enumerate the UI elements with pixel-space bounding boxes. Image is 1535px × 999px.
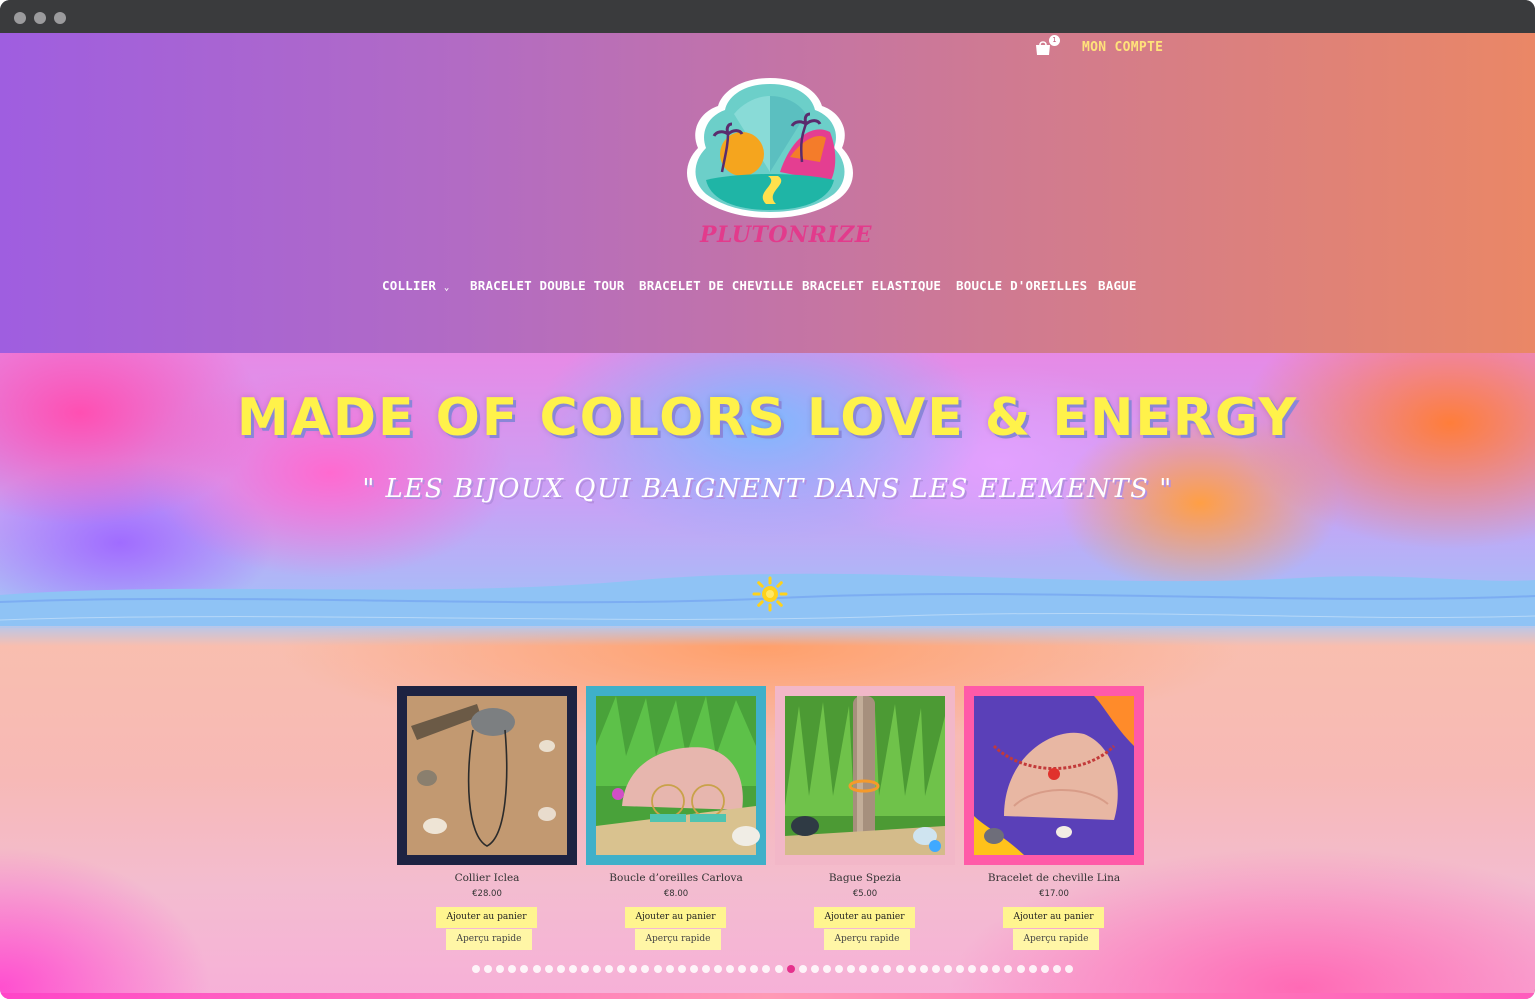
carousel-dot[interactable] [677, 965, 686, 973]
carousel-dot[interactable] [822, 965, 831, 973]
product-name[interactable]: Collier Iclea [397, 872, 577, 884]
carousel-dot[interactable] [798, 965, 807, 973]
product-name[interactable]: Bracelet de cheville Lina [964, 872, 1144, 884]
my-account-link[interactable]: MON COMPTE [1082, 40, 1163, 55]
carousel-dot[interactable] [786, 965, 795, 973]
carousel-dot[interactable] [810, 965, 819, 973]
product-price: €17.00 [1039, 889, 1069, 899]
product-name[interactable]: Boucle d’oreilles Carlova [586, 872, 766, 884]
carousel-dot[interactable] [544, 965, 553, 973]
nav-item-boucle-doreilles[interactable]: BOUCLE D'OREILLES [956, 278, 1087, 293]
carousel-dot[interactable] [931, 965, 940, 973]
quick-view-button[interactable]: Aperçu rapide [824, 929, 910, 950]
quick-view-button[interactable]: Aperçu rapide [446, 929, 532, 950]
nav-item-bracelet-elastique[interactable]: BRACELET ELASTIQUE [802, 278, 941, 293]
cart-count-badge: 1 [1049, 35, 1060, 46]
carousel-dot[interactable] [689, 965, 698, 973]
carousel-dot[interactable] [580, 965, 589, 973]
quick-view-button[interactable]: Aperçu rapide [1013, 929, 1099, 950]
carousel-dot[interactable] [1016, 965, 1025, 973]
carousel-dot[interactable] [907, 965, 916, 973]
product-image[interactable] [586, 686, 766, 865]
add-to-cart-button[interactable]: Ajouter au panier [625, 907, 726, 928]
quick-view-button[interactable]: Aperçu rapide [635, 929, 721, 950]
chevron-down-icon: ⌄ [443, 283, 450, 293]
carousel-dot[interactable] [956, 965, 964, 973]
carousel-dot[interactable] [1028, 965, 1037, 973]
product-name[interactable]: Bague Spezia [775, 872, 955, 884]
product-price: €28.00 [472, 889, 502, 899]
carousel-dot[interactable] [653, 965, 662, 973]
hero-subtitle: " LES BIJOUX QUI BAIGNENT DANS LES ELEME… [362, 474, 1173, 504]
product-price: €5.00 [852, 889, 878, 899]
carousel-dot[interactable] [665, 965, 674, 973]
carousel-dot[interactable] [701, 965, 710, 973]
hero-title: MADE OF COLORS LOVE & ENERGY [236, 388, 1299, 448]
products-section [0, 628, 1535, 999]
carousel-dot[interactable] [1052, 965, 1061, 973]
carousel-dot[interactable] [835, 965, 843, 973]
add-to-cart-button[interactable]: Ajouter au panier [436, 907, 537, 928]
carousel-dot[interactable] [556, 965, 565, 973]
carousel-dot[interactable] [593, 965, 601, 973]
browser-window: 1 MON COMPTE PLUTONRIZE COLLIER ⌄ BRACEL… [0, 0, 1535, 999]
product-image[interactable] [964, 686, 1144, 865]
carousel-dot[interactable] [568, 965, 577, 973]
carousel-dot[interactable] [919, 965, 928, 973]
nav-item-bracelet-double-tour[interactable]: BRACELET DOUBLE TOUR [470, 278, 625, 293]
sun-icon [752, 576, 788, 612]
product-price: €8.00 [663, 889, 689, 899]
carousel-dot[interactable] [1040, 965, 1049, 973]
nav-item-label: COLLIER [382, 278, 437, 293]
nav-item-bracelet-de-cheville[interactable]: BRACELET DE CHEVILLE [639, 278, 794, 293]
product-image[interactable] [397, 686, 577, 865]
brand-wordmark[interactable]: PLUTONRIZE [700, 222, 872, 248]
window-close-dot[interactable] [14, 12, 26, 24]
window-maximize-dot[interactable] [54, 12, 66, 24]
carousel-dot[interactable] [774, 965, 783, 973]
add-to-cart-button[interactable]: Ajouter au panier [814, 907, 915, 928]
carousel-dot[interactable] [532, 965, 541, 973]
carousel-dot[interactable] [943, 965, 952, 973]
nav-item-bague[interactable]: BAGUE [1098, 278, 1137, 293]
nav-item-collier[interactable]: COLLIER ⌄ [382, 278, 449, 293]
carousel-dot[interactable] [895, 965, 904, 973]
carousel-dot[interactable] [1064, 965, 1073, 973]
window-titlebar [0, 0, 1535, 33]
main-nav: COLLIER ⌄ BRACELET DOUBLE TOUR BRACELET … [0, 278, 1535, 300]
product-image[interactable] [775, 686, 955, 865]
carousel-dot[interactable] [472, 965, 480, 973]
window-minimize-dot[interactable] [34, 12, 46, 24]
carousel-dot[interactable] [714, 965, 722, 973]
add-to-cart-button[interactable]: Ajouter au panier [1003, 907, 1104, 928]
